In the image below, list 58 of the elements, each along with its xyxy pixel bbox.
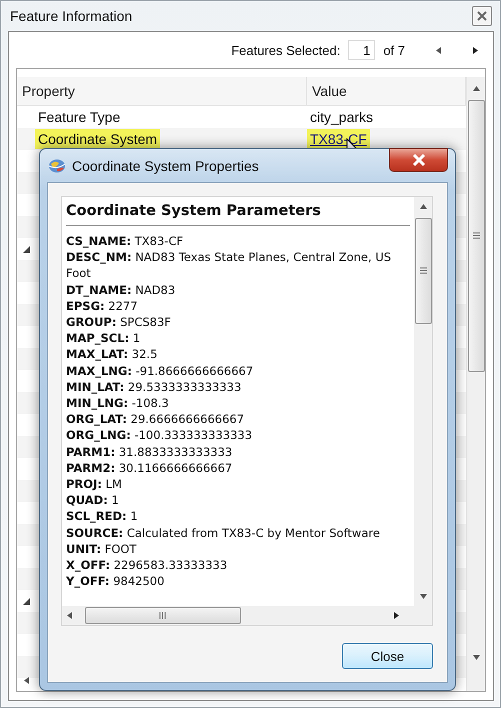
dialog-title: Coordinate System Properties bbox=[72, 158, 259, 174]
close-icon bbox=[477, 11, 487, 21]
parameter-line: X_OFF: 2296583.33333333 bbox=[66, 557, 228, 574]
parameter-line: Y_OFF: 9842500 bbox=[66, 573, 166, 590]
parameter-line: GROUP: SPCS83F bbox=[66, 314, 172, 330]
previous-arrow-icon[interactable] bbox=[435, 46, 442, 54]
parameter-line: ORG_LAT: 29.6666666666667 bbox=[66, 411, 246, 428]
expand-toggle-icon[interactable] bbox=[23, 246, 30, 252]
parameter-line: MAX_LNG: -91.8666666666667 bbox=[66, 362, 254, 379]
value-link[interactable]: TX83-CF bbox=[307, 129, 370, 149]
parameters-heading: Coordinate System Parameters bbox=[66, 203, 410, 226]
property-cell[interactable]: Feature Type bbox=[35, 107, 124, 127]
scroll-left-arrow-icon[interactable] bbox=[23, 676, 30, 684]
feature-count-label: of 7 bbox=[383, 42, 405, 58]
grip-icon bbox=[420, 267, 426, 275]
parameter-line: MAP_SCL: 1 bbox=[66, 330, 142, 346]
scrollbar-thumb[interactable] bbox=[414, 218, 432, 324]
parameter-line: MIN_LAT: 29.5333333333333 bbox=[66, 378, 242, 396]
column-header[interactable]: Property bbox=[17, 77, 307, 105]
parameter-line: UNIT: FOOT bbox=[66, 540, 138, 558]
close-icon bbox=[412, 154, 426, 166]
parameter-line: CS_NAME: TX83-CF bbox=[66, 233, 184, 250]
scroll-right-arrow-icon[interactable] bbox=[393, 612, 400, 619]
parameter-line: PARM1: 31.8833333333333 bbox=[66, 444, 234, 460]
vertical-scrollbar[interactable] bbox=[466, 77, 485, 691]
scrollbar-thumb[interactable] bbox=[85, 607, 241, 624]
scrollbar-thumb[interactable] bbox=[468, 100, 484, 372]
scroll-left-arrow-icon[interactable] bbox=[66, 612, 73, 619]
parameter-line: QUAD: 1 bbox=[66, 492, 120, 508]
horizontal-scrollbar[interactable] bbox=[62, 606, 414, 625]
parameter-line: MIN_LNG: -108.3 bbox=[66, 395, 170, 412]
vertical-scrollbar[interactable] bbox=[414, 197, 432, 606]
close-button[interactable] bbox=[472, 6, 492, 26]
parameter-line: MAX_LAT: 32.5 bbox=[66, 346, 158, 363]
feature-number-field[interactable]: 1 bbox=[348, 40, 376, 60]
parameter-line: PARM2: 30.1166666666667 bbox=[66, 460, 234, 476]
scroll-down-arrow-icon[interactable] bbox=[420, 593, 426, 600]
close-button[interactable]: Close bbox=[342, 643, 433, 669]
scroll-down-arrow-icon[interactable] bbox=[472, 654, 480, 661]
parameter-line: ORG_LNG: -100.333333333333 bbox=[66, 427, 254, 444]
parameter-line: DESC_NM: NAD83 Texas State Planes, Central Zone, US Foot bbox=[66, 249, 392, 282]
expand-toggle-icon[interactable] bbox=[23, 598, 30, 604]
globe-icon bbox=[48, 158, 66, 174]
parameter-line: PROJ: LM bbox=[66, 476, 123, 492]
parameter-line: DT_NAME: NAD83 bbox=[66, 282, 176, 298]
scroll-up-arrow-icon[interactable] bbox=[472, 85, 480, 92]
features-selected-label: Features Selected: bbox=[231, 42, 340, 58]
parameter-line: EPSG: 2277 bbox=[66, 298, 139, 314]
value-cell-text: city_parks bbox=[309, 108, 374, 127]
parameter-line: SCL_RED: 1 bbox=[66, 508, 139, 525]
next-arrow-icon[interactable] bbox=[472, 46, 479, 54]
scroll-up-arrow-icon[interactable] bbox=[420, 203, 426, 210]
parameter-line: SOURCE: Calculated from TX83-C by Mentor Software bbox=[66, 524, 381, 541]
grip-icon bbox=[159, 612, 167, 619]
window-title: Feature Information bbox=[10, 8, 132, 24]
property-cell[interactable]: Coordinate System bbox=[35, 129, 160, 149]
close-button[interactable] bbox=[389, 148, 448, 172]
grip-icon bbox=[472, 232, 480, 240]
